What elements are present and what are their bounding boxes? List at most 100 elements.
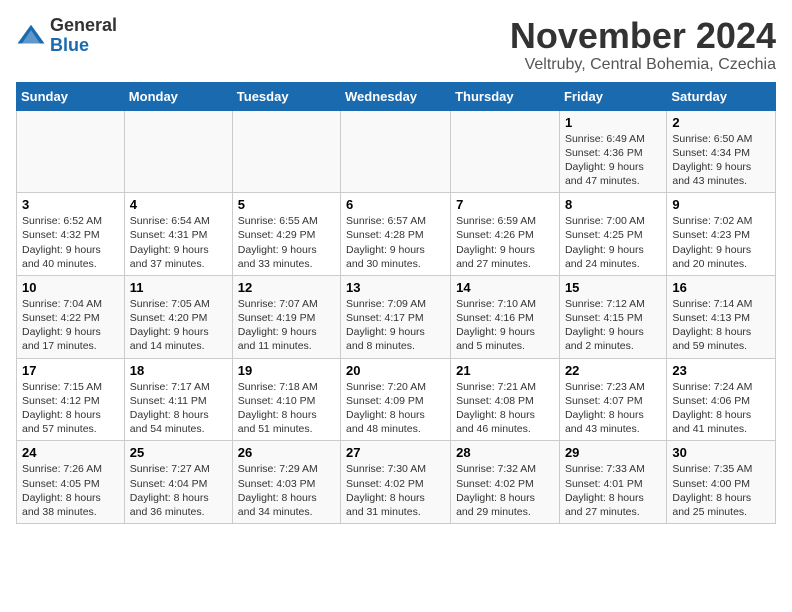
day-number: 15 [565,280,661,295]
calendar-cell: 10 Sunrise: 7:04 AM Sunset: 4:22 PM Dayli… [17,275,125,358]
calendar-cell: 3 Sunrise: 6:52 AM Sunset: 4:32 PM Daylig… [17,193,125,276]
day-number: 29 [565,445,661,460]
day-info: Sunrise: 7:14 AM Sunset: 4:13 PM Dayligh… [672,297,770,354]
day-number: 22 [565,363,661,378]
calendar-cell [124,110,232,193]
day-number: 12 [238,280,335,295]
calendar-cell: 13Sunrise: 7:09 AM Sunset: 4:17 PM Dayli… [341,275,451,358]
day-info: Sunrise: 6:59 AM Sunset: 4:26 PM Dayligh… [456,214,554,271]
title-section: November 2024 Veltruby, Central Bohemia,… [510,16,776,74]
day-info: Sunrise: 7:09 AM Sunset: 4:17 PM Dayligh… [346,297,445,354]
day-number: 9 [672,197,770,212]
logo-line1: General [50,16,117,36]
calendar-cell [232,110,340,193]
day-number: 20 [346,363,445,378]
calendar-cell: 12Sunrise: 7:07 AM Sunset: 4:19 PM Dayli… [232,275,340,358]
logo: General Blue [16,16,117,56]
day-info: Sunrise: 6:50 AM Sunset: 4:34 PM Dayligh… [672,132,770,189]
day-info: Sunrise: 7:23 AM Sunset: 4:07 PM Dayligh… [565,380,661,437]
day-number: 30 [672,445,770,460]
day-info: Sunrise: 6:52 AM Sunset: 4:32 PM Dayligh… [22,214,119,271]
calendar-cell: 24 Sunrise: 7:26 AM Sunset: 4:05 PM Dayli… [17,441,125,524]
day-header-saturday: Saturday [667,82,776,110]
day-number: 21 [456,363,554,378]
calendar-cell: 28Sunrise: 7:32 AM Sunset: 4:02 PM Dayli… [451,441,560,524]
calendar-cell: 15 Sunrise: 7:12 AM Sunset: 4:15 PM Dayli… [559,275,666,358]
day-info: Sunrise: 7:00 AM Sunset: 4:25 PM Dayligh… [565,214,661,271]
day-number: 25 [130,445,227,460]
location-title: Veltruby, Central Bohemia, Czechia [510,56,776,74]
day-number: 14 [456,280,554,295]
day-info: Sunrise: 7:21 AM Sunset: 4:08 PM Dayligh… [456,380,554,437]
day-number: 10 [22,280,119,295]
day-header-sunday: Sunday [17,82,125,110]
calendar-cell: 27Sunrise: 7:30 AM Sunset: 4:02 PM Dayli… [341,441,451,524]
calendar-cell: 6Sunrise: 6:57 AM Sunset: 4:28 PM Daylig… [341,193,451,276]
day-number: 1 [565,115,661,130]
calendar-cell: 11 Sunrise: 7:05 AM Sunset: 4:20 PM Dayli… [124,275,232,358]
day-info: Sunrise: 7:10 AM Sunset: 4:16 PM Dayligh… [456,297,554,354]
day-number: 19 [238,363,335,378]
day-number: 4 [130,197,227,212]
calendar-cell: 21 Sunrise: 7:21 AM Sunset: 4:08 PM Dayli… [451,358,560,441]
day-number: 7 [456,197,554,212]
day-number: 24 [22,445,119,460]
week-row-2: 10 Sunrise: 7:04 AM Sunset: 4:22 PM Dayli… [17,275,776,358]
day-info: Sunrise: 7:12 AM Sunset: 4:15 PM Dayligh… [565,297,661,354]
calendar-cell [17,110,125,193]
day-header-monday: Monday [124,82,232,110]
day-info: Sunrise: 7:33 AM Sunset: 4:01 PM Dayligh… [565,462,661,519]
header: General Blue November 2024 Veltruby, Cen… [16,16,776,74]
day-number: 3 [22,197,119,212]
day-info: Sunrise: 6:54 AM Sunset: 4:31 PM Dayligh… [130,214,227,271]
day-number: 28 [456,445,554,460]
week-row-3: 17Sunrise: 7:15 AM Sunset: 4:12 PM Dayli… [17,358,776,441]
day-info: Sunrise: 7:27 AM Sunset: 4:04 PM Dayligh… [130,462,227,519]
logo-line2: Blue [50,36,117,56]
day-info: Sunrise: 7:20 AM Sunset: 4:09 PM Dayligh… [346,380,445,437]
day-number: 16 [672,280,770,295]
day-number: 18 [130,363,227,378]
day-number: 2 [672,115,770,130]
calendar-cell: 7 Sunrise: 6:59 AM Sunset: 4:26 PM Daylig… [451,193,560,276]
day-number: 26 [238,445,335,460]
day-header-friday: Friday [559,82,666,110]
calendar-cell: 8 Sunrise: 7:00 AM Sunset: 4:25 PM Daylig… [559,193,666,276]
day-info: Sunrise: 7:18 AM Sunset: 4:10 PM Dayligh… [238,380,335,437]
day-info: Sunrise: 7:04 AM Sunset: 4:22 PM Dayligh… [22,297,119,354]
week-row-4: 24 Sunrise: 7:26 AM Sunset: 4:05 PM Dayli… [17,441,776,524]
calendar-cell: 14 Sunrise: 7:10 AM Sunset: 4:16 PM Dayli… [451,275,560,358]
calendar-cell: 4 Sunrise: 6:54 AM Sunset: 4:31 PM Daylig… [124,193,232,276]
day-number: 11 [130,280,227,295]
calendar-cell: 5Sunrise: 6:55 AM Sunset: 4:29 PM Daylig… [232,193,340,276]
calendar-cell: 30Sunrise: 7:35 AM Sunset: 4:00 PM Dayli… [667,441,776,524]
month-title: November 2024 [510,16,776,56]
week-row-1: 3 Sunrise: 6:52 AM Sunset: 4:32 PM Daylig… [17,193,776,276]
calendar-cell: 18 Sunrise: 7:17 AM Sunset: 4:11 PM Dayli… [124,358,232,441]
calendar-cell: 9Sunrise: 7:02 AM Sunset: 4:23 PM Daylig… [667,193,776,276]
calendar-cell: 29 Sunrise: 7:33 AM Sunset: 4:01 PM Dayli… [559,441,666,524]
day-number: 23 [672,363,770,378]
day-info: Sunrise: 7:29 AM Sunset: 4:03 PM Dayligh… [238,462,335,519]
calendar-cell: 23 Sunrise: 7:24 AM Sunset: 4:06 PM Dayli… [667,358,776,441]
day-info: Sunrise: 7:05 AM Sunset: 4:20 PM Dayligh… [130,297,227,354]
calendar-cell: 20 Sunrise: 7:20 AM Sunset: 4:09 PM Dayli… [341,358,451,441]
calendar-cell: 16 Sunrise: 7:14 AM Sunset: 4:13 PM Dayli… [667,275,776,358]
day-info: Sunrise: 7:26 AM Sunset: 4:05 PM Dayligh… [22,462,119,519]
day-header-tuesday: Tuesday [232,82,340,110]
day-number: 8 [565,197,661,212]
day-info: Sunrise: 7:17 AM Sunset: 4:11 PM Dayligh… [130,380,227,437]
day-number: 6 [346,197,445,212]
day-number: 17 [22,363,119,378]
day-info: Sunrise: 7:30 AM Sunset: 4:02 PM Dayligh… [346,462,445,519]
calendar-cell: 22 Sunrise: 7:23 AM Sunset: 4:07 PM Dayli… [559,358,666,441]
calendar-cell: 17Sunrise: 7:15 AM Sunset: 4:12 PM Dayli… [17,358,125,441]
day-info: Sunrise: 7:24 AM Sunset: 4:06 PM Dayligh… [672,380,770,437]
calendar-cell: 26 Sunrise: 7:29 AM Sunset: 4:03 PM Dayli… [232,441,340,524]
calendar-body: 1Sunrise: 6:49 AM Sunset: 4:36 PM Daylig… [17,110,776,523]
day-header-thursday: Thursday [451,82,560,110]
calendar-cell [451,110,560,193]
day-info: Sunrise: 6:55 AM Sunset: 4:29 PM Dayligh… [238,214,335,271]
calendar-cell: 2 Sunrise: 6:50 AM Sunset: 4:34 PM Daylig… [667,110,776,193]
calendar-cell [341,110,451,193]
